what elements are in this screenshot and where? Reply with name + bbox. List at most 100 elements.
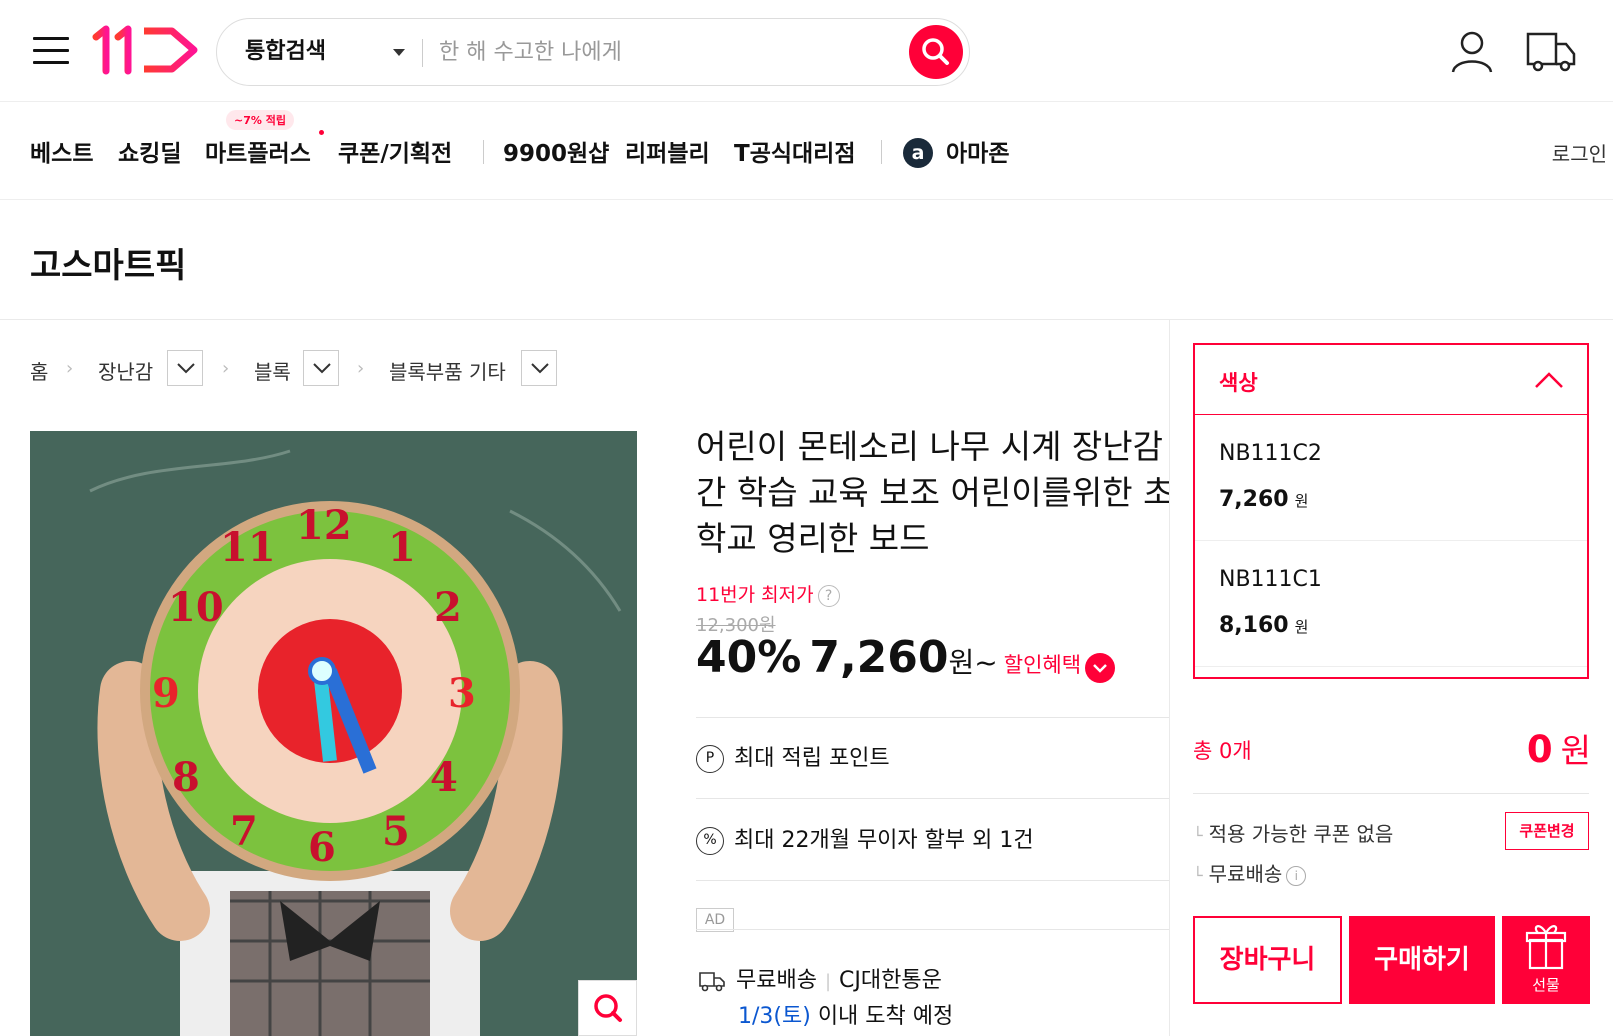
svg-text:8: 8 [172, 754, 200, 801]
nav-badge: ~7% 적립 [226, 110, 294, 130]
search-scope-select[interactable]: 통합검색 [245, 19, 326, 85]
chevron-down-circle-icon[interactable] [1085, 652, 1116, 683]
installment-row[interactable]: % 최대 22개월 무이자 할부 외 1건 [696, 822, 1034, 855]
help-icon[interactable]: ? [817, 584, 840, 607]
option-header[interactable]: 색상 [1195, 345, 1587, 415]
option-price-unit: 원 [1294, 618, 1309, 636]
login-link[interactable]: 로그인 [1552, 138, 1607, 167]
nav-item-shocking-deal[interactable]: 쇼킹딜 [118, 134, 181, 168]
chevron-right-icon: › [357, 358, 365, 379]
chevron-down-icon [531, 363, 549, 374]
svg-text:12: 12 [296, 502, 352, 549]
gift-label: 선물 [1532, 976, 1560, 994]
option-price: 8,160 원 [1219, 613, 1308, 638]
nav-divider [483, 140, 484, 164]
coupon-text: 적용 가능한 쿠폰 없음 [1208, 822, 1394, 846]
divider [696, 717, 1170, 718]
search-divider [422, 39, 423, 67]
carrier-name: CJ대한통운 [839, 968, 942, 993]
installment-label: 최대 22개월 무이자 할부 외 1건 [734, 828, 1034, 853]
new-dot [319, 130, 324, 135]
arrival-date: 1/3(토) [738, 1004, 811, 1029]
percent-icon: % [696, 827, 724, 855]
option-panel: 색상 NB111C2 7,260 원 NB111C1 8,160 원 [1193, 343, 1589, 679]
chevron-down-icon [313, 363, 331, 374]
svg-text:10: 10 [168, 584, 224, 631]
arrival-info: 1/3(토) 이내 도착 예정 [738, 998, 953, 1030]
chevron-down-icon[interactable] [393, 49, 405, 56]
discount-rate: 40% [696, 632, 802, 683]
chevron-right-icon: › [222, 358, 230, 379]
product-image[interactable]: 12 1 2 3 4 5 6 7 8 9 10 11 [30, 431, 637, 1036]
search-button[interactable] [909, 25, 963, 79]
category-nav: 베스트 쇼킹딜 ~7% 적립 마트플러스 쿠폰/기획전 9900원샵 리퍼블리 … [0, 102, 1613, 200]
svg-text:2: 2 [434, 584, 462, 631]
divider [1193, 793, 1589, 794]
product-title-line: 간 학습 교육 보조 어린이를위한 초등 [696, 473, 1170, 512]
breadcrumb-level1-dropdown[interactable] [167, 350, 203, 386]
total-count: 총 0개 [1193, 739, 1252, 763]
gift-icon [1525, 925, 1567, 970]
nav-item-t-store[interactable]: T공식대리점 [734, 134, 856, 168]
chevron-right-icon: › [66, 358, 74, 379]
total-price: 0원 [1527, 724, 1591, 772]
svg-text:3: 3 [448, 670, 476, 717]
search-icon [922, 38, 949, 65]
chevron-down-icon [177, 363, 195, 374]
breadcrumb-level3-dropdown[interactable] [521, 350, 557, 386]
info-icon[interactable]: i [1286, 865, 1307, 886]
option-item[interactable]: NB111C1 8,160 원 [1195, 541, 1587, 667]
nav-item-amazon[interactable]: 아마존 [946, 134, 1009, 168]
add-to-cart-button[interactable]: 장바구니 [1193, 916, 1342, 1004]
search-input[interactable] [439, 27, 879, 77]
zoom-button[interactable] [578, 980, 637, 1036]
shipping-summary-text: 무료배송 [1208, 862, 1283, 886]
nav-item-9900[interactable]: 9900원샵 [503, 134, 609, 168]
nav-item-best[interactable]: 베스트 [30, 134, 93, 168]
breadcrumb-level2-dropdown[interactable] [303, 350, 339, 386]
svg-text:5: 5 [382, 808, 410, 855]
shipping-summary-row: └ 무료배송 i [1193, 858, 1307, 887]
nav-item-refurb[interactable]: 리퍼블리 [625, 134, 710, 168]
option-price: 7,260 원 [1219, 487, 1308, 512]
price-unit: 원~ [948, 646, 998, 679]
breadcrumb-level1[interactable]: 장난감 [98, 356, 153, 385]
arrival-suffix: 이내 도착 예정 [817, 1004, 954, 1029]
lowest-price-text: 11번가 최저가 [696, 584, 814, 606]
store-title[interactable]: 고스마트픽 [30, 238, 186, 287]
breadcrumb-home[interactable]: 홈 [30, 356, 48, 385]
points-row[interactable]: P 최대 적립 포인트 [696, 740, 890, 773]
product-title-line: 어린이 몬테소리 나무 시계 장난감 시 [696, 427, 1170, 466]
breadcrumb-level3[interactable]: 블록부품 기타 [389, 356, 506, 385]
tree-branch-icon: └ [1193, 866, 1203, 885]
coupon-row: └ 적용 가능한 쿠폰 없음 [1193, 818, 1393, 847]
buy-now-button[interactable]: 구매하기 [1349, 916, 1495, 1004]
site-logo[interactable] [92, 25, 202, 75]
svg-text:6: 6 [308, 824, 336, 871]
change-coupon-button[interactable]: 쿠폰변경 [1505, 812, 1589, 850]
user-icon[interactable] [1447, 28, 1497, 74]
discount-benefit-link[interactable]: 할인혜택 [1004, 653, 1081, 677]
nav-divider [881, 140, 882, 164]
points-label: 최대 적립 포인트 [734, 746, 890, 771]
divider [696, 929, 1170, 930]
price-row: 40% 7,260원~ 할인혜택 [696, 632, 1116, 683]
total-price-unit: 원 [1560, 731, 1591, 770]
sale-price: 7,260 [809, 632, 949, 683]
total-price-value: 0 [1526, 728, 1553, 771]
option-name: NB111C1 [1219, 567, 1322, 592]
nav-item-coupon[interactable]: 쿠폰/기획전 [338, 134, 452, 168]
amazon-icon[interactable]: a [903, 138, 933, 168]
svg-text:4: 4 [430, 754, 458, 801]
breadcrumb-level2[interactable]: 블록 [254, 356, 291, 385]
menu-icon[interactable] [33, 34, 69, 66]
nav-item-mart-plus[interactable]: 마트플러스 [205, 134, 311, 168]
option-price-value: 7,260 [1219, 487, 1289, 512]
option-item[interactable]: NB111C2 7,260 원 [1195, 415, 1587, 541]
truck-icon [699, 972, 725, 992]
delivery-truck-icon[interactable] [1526, 28, 1576, 74]
gift-button[interactable]: 선물 [1502, 916, 1590, 1004]
column-divider [1169, 320, 1170, 1036]
shipping-label: 무료배송 [736, 968, 817, 993]
divider [696, 798, 1170, 799]
